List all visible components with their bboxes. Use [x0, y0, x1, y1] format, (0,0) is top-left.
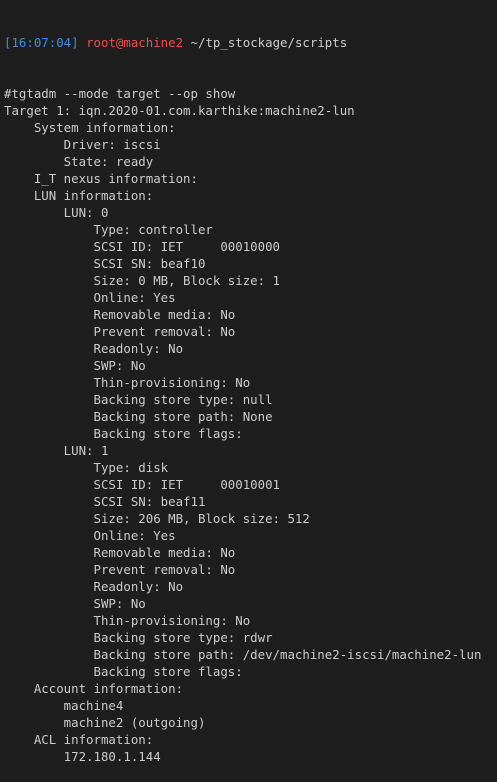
output-line: ACL information:: [4, 732, 154, 747]
output-line: machine4: [4, 698, 124, 713]
prompt-line: [16:07:04] root@machine2 ~/tp_stockage/s…: [4, 34, 497, 51]
output-line: #tgtadm --mode target --op show: [4, 86, 236, 101]
output-line: SWP: No: [4, 596, 146, 611]
output-line: Removable media: No: [4, 307, 236, 322]
output-line: LUN: 1: [4, 443, 109, 458]
output-line: Online: Yes: [4, 290, 176, 305]
prompt-path: ~/tp_stockage/scripts: [190, 35, 348, 50]
output-line: machine2 (outgoing): [4, 715, 206, 730]
output-line: Driver: iscsi: [4, 137, 161, 152]
output-line: Type: disk: [4, 460, 169, 475]
output-line: SWP: No: [4, 358, 146, 373]
output-line: Backing store type: null: [4, 392, 273, 407]
output-line: Backing store path: None: [4, 409, 273, 424]
output-line: LUN: 0: [4, 205, 109, 220]
output-line: System information:: [4, 120, 176, 135]
output-line: Online: Yes: [4, 528, 176, 543]
prompt-time: [16:07:04]: [4, 35, 79, 50]
output-line: Backing store type: rdwr: [4, 630, 273, 645]
output-line: Removable media: No: [4, 545, 236, 560]
output-line: Thin-provisioning: No: [4, 613, 251, 628]
output-line: SCSI SN: beaf10: [4, 256, 206, 271]
output-line: Target 1: iqn.2020-01.com.karthike:machi…: [4, 103, 355, 118]
output-line: Type: controller: [4, 222, 213, 237]
output-line: Backing store flags:: [4, 426, 243, 441]
output-line: Prevent removal: No: [4, 562, 236, 577]
output-line: Backing store flags:: [4, 664, 243, 679]
output-line: Backing store path: /dev/machine2-iscsi/…: [4, 647, 482, 662]
output-line: Account information:: [4, 681, 184, 696]
output-line: SCSI SN: beaf11: [4, 494, 206, 509]
output-line: Readonly: No: [4, 579, 184, 594]
terminal-window[interactable]: [16:07:04] root@machine2 ~/tp_stockage/s…: [0, 0, 497, 764]
prompt-user-host: root@machine2: [86, 35, 184, 50]
command-output: #tgtadm --mode target --op show Target 1:…: [4, 85, 497, 765]
output-line: I_T nexus information:: [4, 171, 198, 186]
output-line: Readonly: No: [4, 341, 184, 356]
output-line: Size: 0 MB, Block size: 1: [4, 273, 281, 288]
output-line: LUN information:: [4, 188, 154, 203]
output-line: Prevent removal: No: [4, 324, 236, 339]
output-line: 172.180.1.144: [4, 749, 161, 764]
output-line: SCSI ID: IET 00010001: [4, 477, 281, 492]
output-line: SCSI ID: IET 00010000: [4, 239, 281, 254]
output-line: Thin-provisioning: No: [4, 375, 251, 390]
output-line: State: ready: [4, 154, 154, 169]
output-line: Size: 206 MB, Block size: 512: [4, 511, 310, 526]
